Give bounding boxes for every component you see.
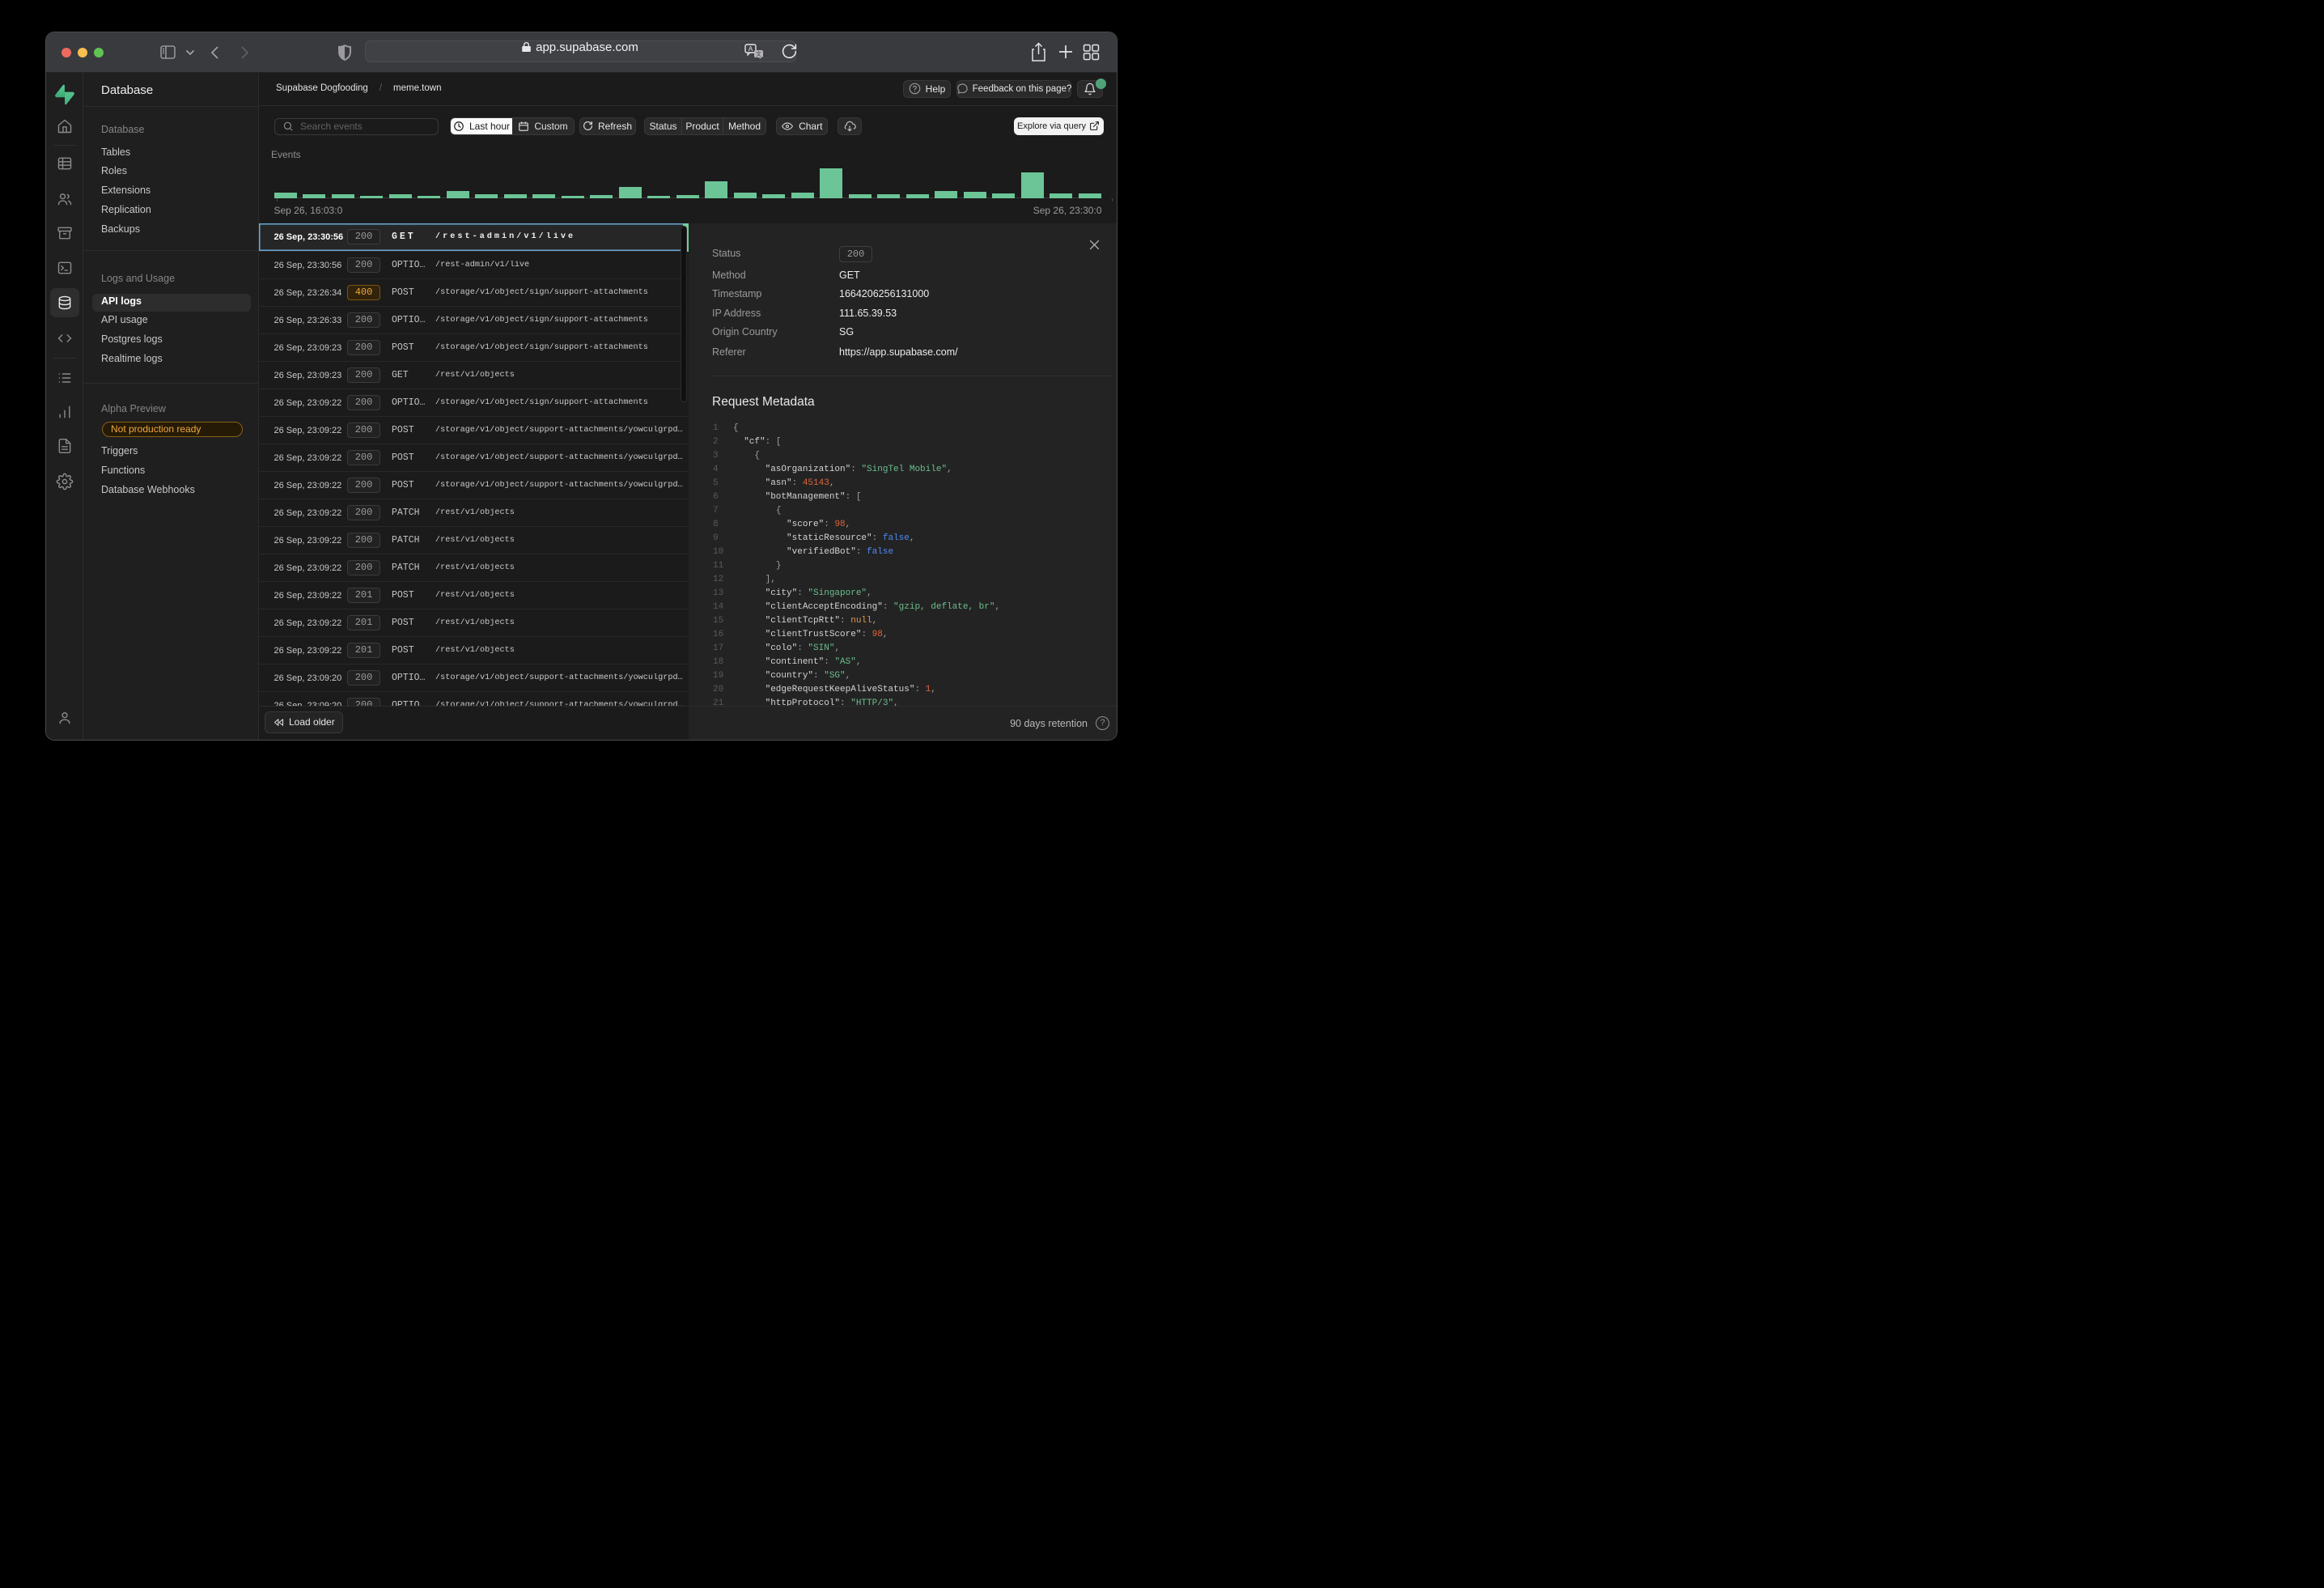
svg-text:A: A (749, 45, 753, 53)
svg-text:文: 文 (756, 50, 761, 57)
